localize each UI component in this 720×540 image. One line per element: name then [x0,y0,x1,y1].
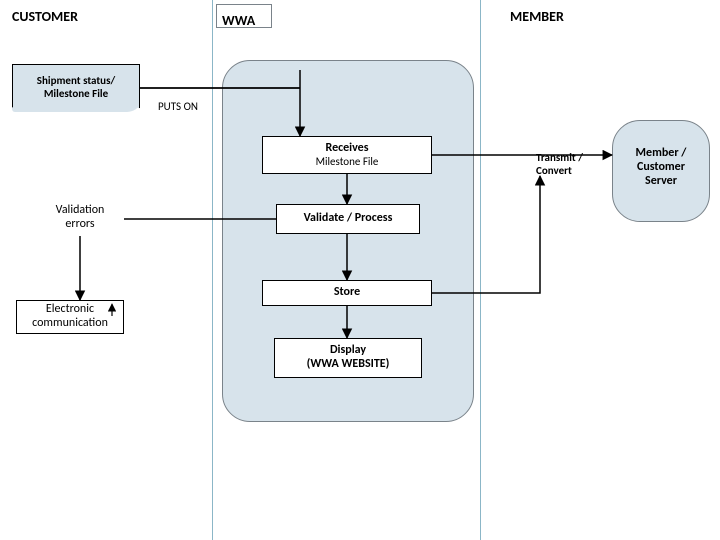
node-member-server: Member / Customer Server [624,140,698,196]
node-validate: Validate / Process [276,204,420,234]
node-shipment-doc: Shipment status/ Milestone File [12,64,140,112]
transmit-line2: Convert [536,165,606,178]
lane-header-customer: CUSTOMER [12,8,78,25]
wwa-header-box [216,4,272,28]
node-store: Store [262,280,432,306]
label-transmit: Transmit / Convert [536,152,606,177]
member-server-line3: Server [645,175,677,189]
receives-line2: Milestone File [316,156,379,169]
shipment-doc-line2: Milestone File [37,88,115,101]
validation-errors-line2: errors [65,218,94,232]
node-validation-errors: Validation errors [38,200,122,236]
diagram-stage: CUSTOMER WWA MEMBER Shipment status/ Mil… [0,0,720,540]
transmit-line1: Transmit / [536,152,606,165]
display-line1: Display [330,344,366,358]
node-display: Display (WWA WEBSITE) [274,338,422,378]
elec-comm-line2: communication [32,317,108,331]
member-server-line1: Member / [636,147,687,161]
lane-divider-2 [480,0,481,540]
lane-divider-1 [212,0,213,540]
lane-header-member: MEMBER [510,8,564,25]
elec-comm-line1: Electronic [46,303,94,317]
node-elec-comm: Electronic communication [16,300,124,334]
display-line2: (WWA WEBSITE) [307,358,390,372]
node-receives: Receives Milestone File [262,136,432,174]
receives-line1: Receives [325,142,368,156]
member-server-line2: Customer [637,161,685,175]
label-puts-on: PUTS ON [158,100,198,113]
validation-errors-line1: Validation [56,204,105,218]
